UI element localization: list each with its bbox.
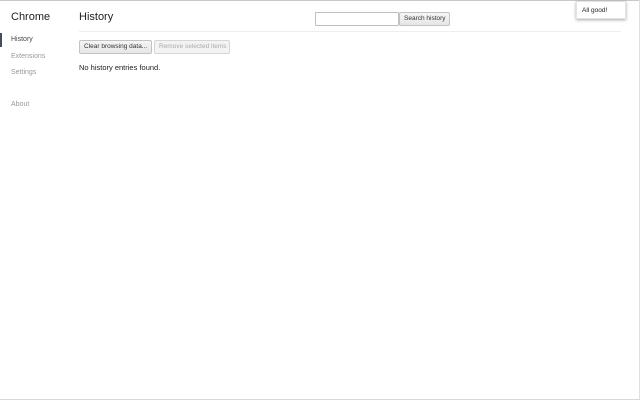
clear-browsing-data-button[interactable]: Clear browsing data... [79, 40, 152, 54]
sidebar: Chrome History Extensions Settings About [0, 0, 70, 400]
search-history-button[interactable]: Search history [399, 12, 450, 26]
page-title: History [79, 11, 114, 23]
remove-selected-items-button[interactable]: Remove selected items [154, 40, 230, 54]
status-popup-message: All good! [582, 7, 608, 14]
header-divider [79, 31, 621, 32]
sidebar-item-history[interactable]: History [0, 33, 33, 47]
search-input[interactable] [315, 12, 399, 26]
sidebar-brand: Chrome [11, 11, 51, 23]
sidebar-item-extensions[interactable]: Extensions [0, 50, 45, 64]
sidebar-item-settings[interactable]: Settings [0, 66, 36, 80]
empty-history-message: No history entries found. [79, 63, 161, 72]
status-popup: All good! [576, 1, 626, 19]
window-top-border [0, 0, 640, 1]
sidebar-item-about[interactable]: About [0, 98, 29, 112]
